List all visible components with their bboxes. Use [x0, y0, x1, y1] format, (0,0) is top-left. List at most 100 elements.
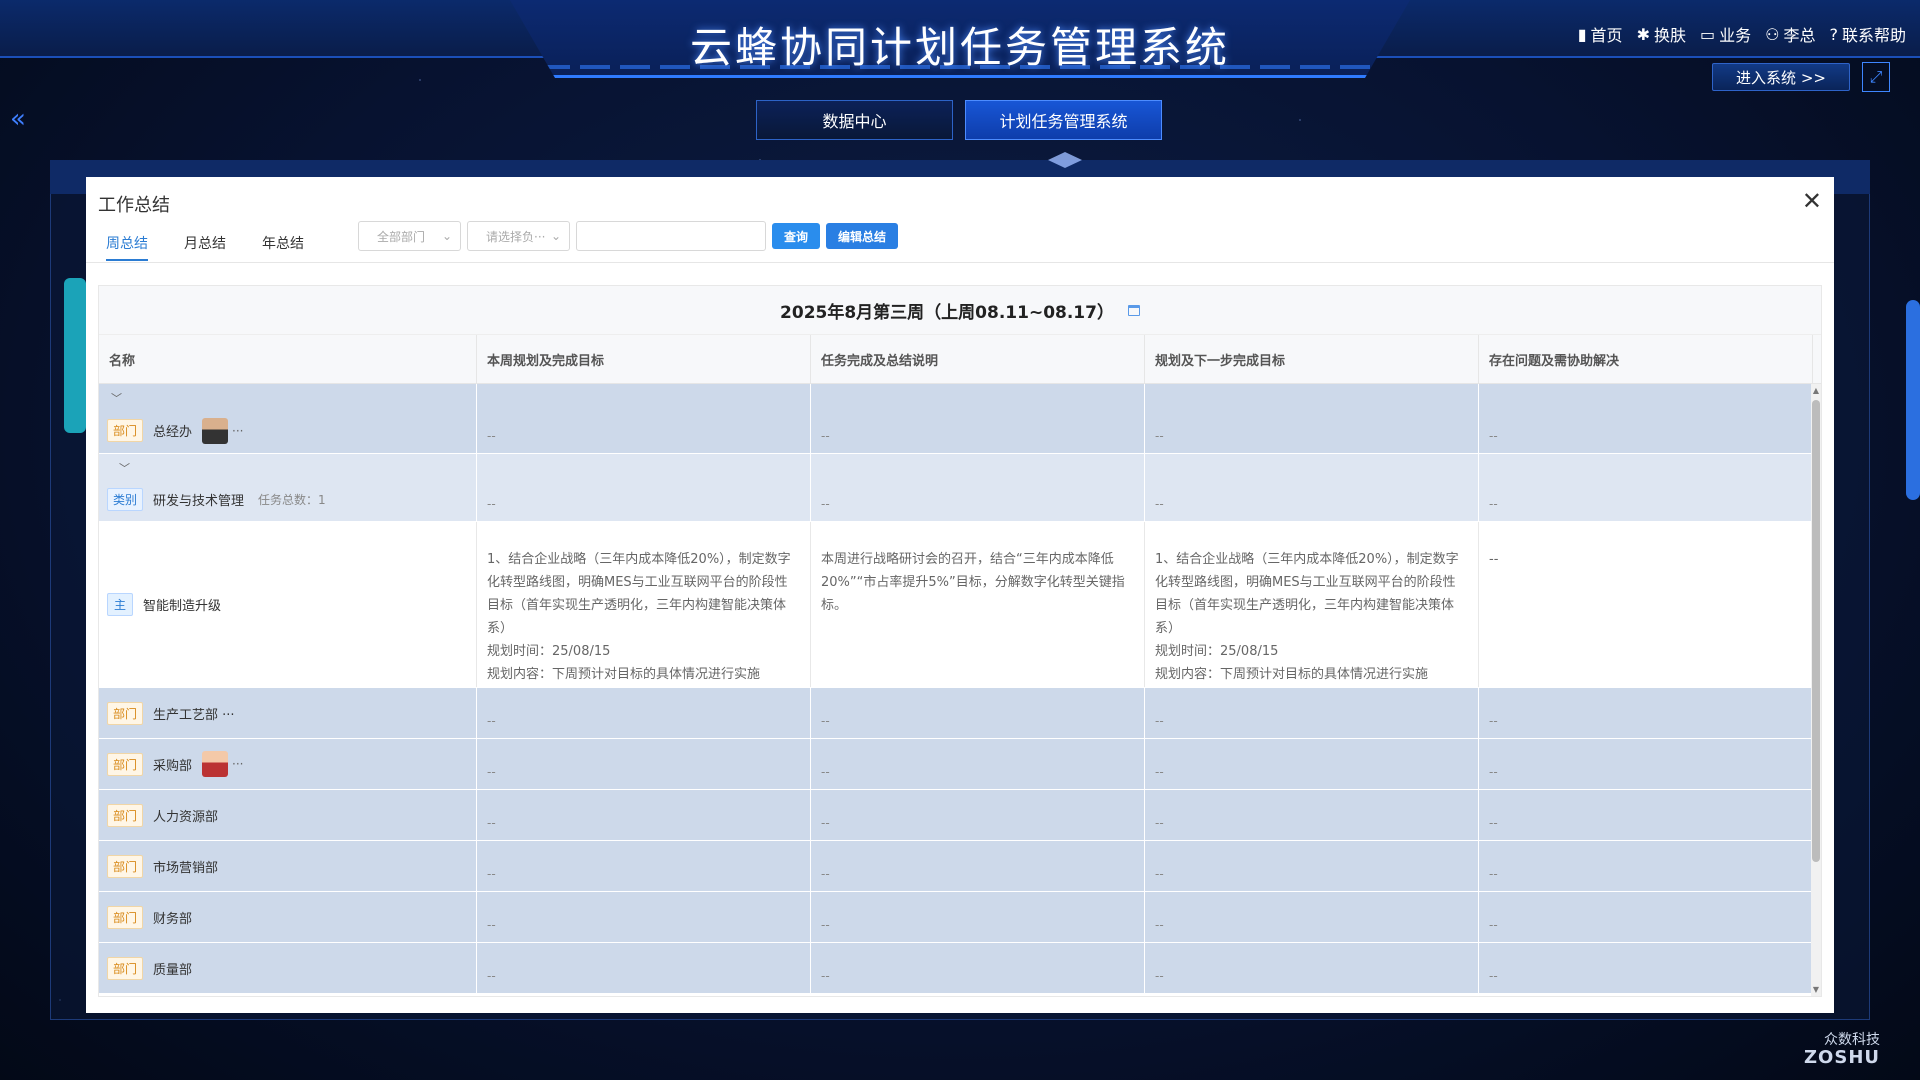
fullscreen-icon[interactable]: ⤢: [1862, 62, 1890, 92]
collapse-left-icon[interactable]: «: [10, 104, 26, 134]
nav-home[interactable]: ▮ 首页: [1578, 22, 1623, 46]
week-header: 2025年8月第三周（上周08.11~08.17）: [99, 286, 1821, 334]
cell: --: [477, 790, 811, 840]
row-name: 智能制造升级: [143, 599, 222, 614]
dept-tag: 部门: [107, 803, 144, 827]
cell: --: [1145, 454, 1479, 521]
cell: --: [477, 739, 811, 789]
avatar[interactable]: [202, 751, 229, 777]
cell: --: [477, 454, 811, 521]
table-body: ﹀ 部门 总经办 ··· -- -- -- -- ﹀ 类别 研发与技术管理 任务…: [99, 384, 1813, 994]
tab-data-center[interactable]: 数据中心: [756, 100, 953, 140]
cell: 本周进行战略研讨会的召开，结合“三年内成本降低20%”“市占率提升5%”目标，分…: [811, 522, 1145, 687]
top-nav: ▮ 首页 ✱ 换肤 ▭ 业务 ⚇ 李总 ? 联系帮助: [1578, 22, 1906, 46]
user-icon: ⚇: [1765, 24, 1780, 44]
chevron-down-icon[interactable]: ﹀: [119, 460, 130, 476]
person-select[interactable]: 请选择负··· ⌄: [467, 221, 570, 251]
table-row[interactable]: 部门 生产工艺部 ··· -- -- -- --: [99, 688, 1813, 739]
name-cell: 部门 生产工艺部 ···: [99, 688, 477, 738]
row-name: 财务部: [153, 911, 193, 927]
category-tag: 类别: [107, 488, 144, 511]
row-name: 人力资源部: [153, 809, 219, 825]
department-select[interactable]: 全部部门 ⌄: [358, 221, 461, 251]
cell: --: [1145, 790, 1479, 840]
table-row[interactable]: ﹀ 部门 总经办 ··· -- -- -- --: [99, 384, 1813, 454]
cell: --: [1145, 841, 1479, 891]
tab-yearly-summary[interactable]: 年总结: [262, 233, 304, 261]
cell: --: [1145, 943, 1479, 993]
more-icon[interactable]: ···: [232, 424, 243, 438]
cell: --: [1479, 384, 1813, 453]
row-name: 采购部: [153, 758, 193, 774]
summary-table: 2025年8月第三周（上周08.11~08.17） 名称 本周规划及完成目标 任…: [98, 285, 1822, 997]
cell: --: [477, 384, 811, 453]
table-row[interactable]: 部门 人力资源部 -- -- -- --: [99, 790, 1813, 841]
scroll-up-icon[interactable]: ▲: [1811, 386, 1821, 395]
nav-help[interactable]: ? 联系帮助: [1829, 22, 1906, 46]
more-icon[interactable]: ···: [232, 757, 243, 771]
table-row[interactable]: 部门 财务部 -- -- -- --: [99, 892, 1813, 943]
cell: --: [811, 688, 1145, 738]
main-task-tag: 主: [107, 593, 134, 616]
cell: --: [811, 739, 1145, 789]
system-title: 云蜂协同计划任务管理系统: [689, 23, 1230, 72]
cell: --: [1479, 522, 1813, 687]
help-icon: ?: [1829, 24, 1838, 44]
dept-tag: 部门: [107, 752, 144, 776]
search-input[interactable]: [576, 221, 766, 251]
background-scrollbar[interactable]: [1906, 300, 1920, 500]
cell: --: [477, 688, 811, 738]
monitor-icon: ▭: [1699, 24, 1716, 44]
query-button[interactable]: 查询: [772, 223, 821, 249]
name-cell: 部门 人力资源部: [99, 790, 477, 840]
scroll-down-icon[interactable]: ▼: [1811, 985, 1821, 994]
cell: --: [1145, 688, 1479, 738]
table-row[interactable]: 部门 采购部 ··· -- -- -- --: [99, 739, 1813, 790]
dept-tag: 部门: [107, 905, 144, 929]
name-cell: 部门 质量部: [99, 943, 477, 993]
cell: 1、结合企业战略（三年内成本降低20%），制定数字化转型路线图，明确MES与工业…: [1145, 522, 1479, 687]
cell: 1、结合企业战略（三年内成本降低20%），制定数字化转型路线图，明确MES与工业…: [477, 522, 811, 687]
table-row[interactable]: ﹀ 类别 研发与技术管理 任务总数：1 -- -- -- --: [99, 454, 1813, 522]
background-accent-bar: [64, 278, 86, 433]
table-scrollbar[interactable]: ▲ ▼: [1811, 384, 1821, 996]
system-tabs: 数据中心 计划任务管理系统: [756, 100, 1162, 140]
cell: --: [1145, 739, 1479, 789]
table-row[interactable]: 主 智能制造升级 1、结合企业战略（三年内成本降低20%），制定数字化转型路线图…: [99, 522, 1813, 688]
close-icon[interactable]: ✕: [1802, 187, 1822, 215]
cell: --: [477, 841, 811, 891]
cell: --: [811, 384, 1145, 453]
cell: --: [1145, 892, 1479, 942]
nav-business[interactable]: ▭ 业务: [1700, 22, 1751, 46]
cell: --: [1479, 739, 1813, 789]
table-row[interactable]: 部门 质量部 -- -- -- --: [99, 943, 1813, 994]
cell: --: [811, 943, 1145, 993]
enter-system-button[interactable]: 进入系统 >>: [1712, 63, 1850, 91]
chevron-down-icon: ⌄: [550, 229, 561, 243]
cell: --: [1479, 943, 1813, 993]
modal-title: 工作总结: [98, 195, 170, 216]
cell: --: [811, 454, 1145, 521]
nav-user[interactable]: ⚇ 李总: [1765, 22, 1815, 46]
nav-skin[interactable]: ✱ 换肤: [1637, 22, 1686, 46]
calendar-icon[interactable]: [1127, 304, 1140, 316]
skin-icon: ✱: [1636, 24, 1650, 44]
chevron-down-icon: ⌄: [441, 229, 452, 243]
table-row[interactable]: 部门 市场营销部 -- -- -- --: [99, 841, 1813, 892]
tab-weekly-summary[interactable]: 周总结: [106, 233, 148, 261]
cell: --: [811, 841, 1145, 891]
row-name: 生产工艺部 ···: [153, 707, 235, 723]
cell: --: [811, 892, 1145, 942]
avatar[interactable]: [202, 417, 229, 444]
scrollbar-thumb[interactable]: [1812, 400, 1820, 862]
tab-monthly-summary[interactable]: 月总结: [184, 233, 226, 261]
dept-tag: 部门: [107, 419, 144, 442]
edit-summary-button[interactable]: 编辑总结: [826, 223, 899, 249]
row-name: 研发与技术管理: [153, 494, 245, 509]
column-header: 名称: [99, 335, 477, 383]
cell: --: [1479, 790, 1813, 840]
tab-plan-task-system[interactable]: 计划任务管理系统: [965, 100, 1162, 140]
cell: --: [811, 790, 1145, 840]
cell: --: [1145, 384, 1479, 453]
chevron-down-icon[interactable]: ﹀: [111, 390, 122, 406]
